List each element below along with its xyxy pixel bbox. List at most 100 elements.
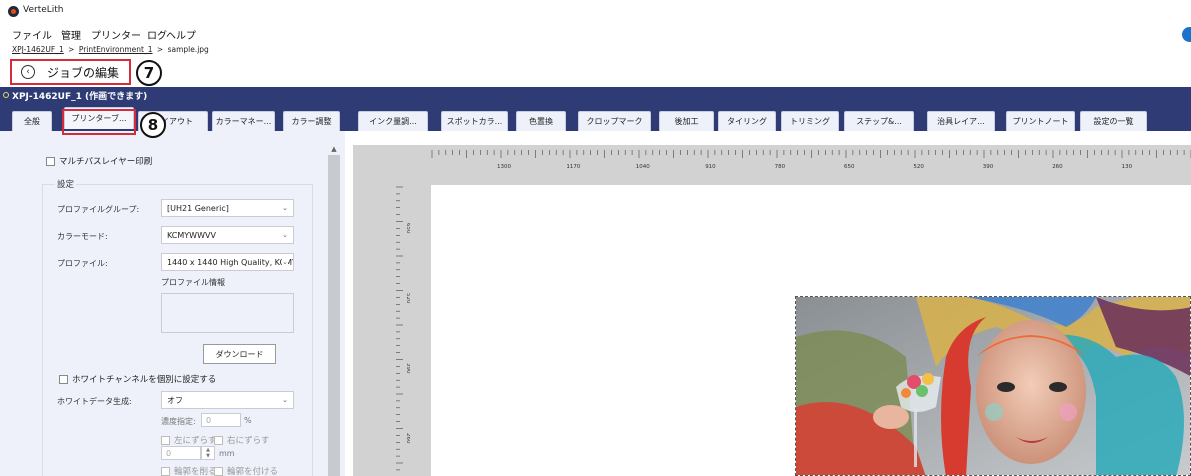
breadcrumb: XPJ-1462UF_1 > PrintEnvironment_1 > samp… <box>12 45 209 54</box>
tab-spot-color[interactable]: スポットカラ... <box>441 111 508 131</box>
tab-jig-layout[interactable]: 治具レイア... <box>927 111 995 131</box>
scroll-up-icon[interactable]: ▲ <box>328 143 340 155</box>
density-input[interactable]: 0 <box>201 413 241 427</box>
top-ruler: 1300 1170 1040 910 780 650 520 390 260 130 <box>431 150 1191 170</box>
multipass-checkbox[interactable]: マルチパスレイヤー印刷 <box>46 155 152 167</box>
mm-stepper[interactable]: ▲ ▼ <box>201 446 215 460</box>
ruler-label: 520 <box>913 164 924 170</box>
ruler-label: 1300 <box>497 164 511 170</box>
profile-value: 1440 x 1440 High Quality, KCMY\ <box>167 257 294 267</box>
ruler-label: 780 <box>775 164 786 170</box>
white-data-label: ホワイトデータ生成: <box>57 397 132 406</box>
profile-group-select[interactable]: [UH21 Generic] ⌄ <box>161 199 294 217</box>
ruler-label: 910 <box>705 164 716 170</box>
menu-manage[interactable]: 管理 <box>61 27 81 42</box>
chevron-down-icon: ⌄ <box>282 258 288 266</box>
tab-print-note[interactable]: プリントノート <box>1006 111 1075 131</box>
white-channel-checkbox[interactable]: ホワイトチャンネルを個別に設定する <box>59 373 216 385</box>
tab-trimming[interactable]: トリミング <box>781 111 839 131</box>
menu-log[interactable]: ログ <box>147 27 167 42</box>
menu-printer[interactable]: プリンター <box>91 27 141 42</box>
callout-badge-7: 7 <box>136 60 162 86</box>
profile-info-box <box>161 293 294 333</box>
settings-group-label: 設定 <box>55 178 77 190</box>
menu-file[interactable]: ファイル <box>12 27 52 42</box>
panel-scrollbar[interactable]: ▲ <box>328 143 340 476</box>
printer-status-text: XPJ-1462UF_1 (作画できます) <box>12 92 148 102</box>
mm-unit: mm <box>219 449 235 458</box>
tab-post-process[interactable]: 後加工 <box>659 111 714 131</box>
tab-general[interactable]: 全般 <box>12 111 52 131</box>
user-indicator-icon[interactable] <box>1182 27 1191 42</box>
breadcrumb-file: sample.jpg <box>167 45 209 54</box>
ruler-label: 130 <box>1122 164 1133 170</box>
color-mode-value: KCMYWWVV <box>167 230 216 240</box>
back-icon[interactable]: ‹ <box>21 65 35 79</box>
ruler-label: 650 <box>405 223 410 234</box>
checkbox-box[interactable] <box>214 435 223 445</box>
ruler-label: 520 <box>405 293 410 304</box>
shift-right-label: 右にずらす <box>227 436 270 446</box>
ruler-label: 1170 <box>566 164 580 170</box>
breadcrumb-printer[interactable]: XPJ-1462UF_1 <box>12 45 64 54</box>
profile-info-label: プロファイル情報 <box>161 278 225 287</box>
checkbox-box[interactable] <box>161 435 170 445</box>
tab-settings-list[interactable]: 設定の一覧 <box>1080 111 1147 131</box>
sample-image[interactable] <box>795 296 1191 476</box>
title-bar: VerteLith <box>0 0 1191 24</box>
white-channel-label: ホワイトチャンネルを個別に設定する <box>72 375 217 385</box>
ruler-label: 1040 <box>636 164 650 170</box>
menu-bar: ファイル 管理 プリンター ログ ヘルプ <box>0 27 1191 43</box>
breadcrumb-separator: > <box>68 45 75 54</box>
white-data-value: オフ <box>167 395 183 405</box>
contour-add-label: 輪郭を付ける <box>227 467 279 476</box>
color-mode-select[interactable]: KCMYWWVV ⌄ <box>161 226 294 244</box>
tab-color-management[interactable]: カラーマネー... <box>212 111 275 131</box>
checkbox-box[interactable] <box>59 374 68 384</box>
breadcrumb-separator: > <box>156 45 164 54</box>
contour-remove-checkbox[interactable]: 輪郭を削る <box>161 465 217 476</box>
tab-color-adjust[interactable]: カラー調整 <box>283 111 340 131</box>
profile-group-label: プロファイルグループ: <box>57 205 140 214</box>
shift-right-checkbox[interactable]: 右にずらす <box>214 434 269 446</box>
download-button[interactable]: ダウンロード <box>203 344 276 364</box>
ruler-label: 260 <box>1052 164 1063 170</box>
printer-status-bar: XPJ-1462UF_1 (作画できます) <box>0 87 1191 103</box>
ruler-label: 390 <box>983 164 994 170</box>
checkbox-box[interactable] <box>161 466 170 476</box>
tab-tiling[interactable]: タイリング <box>718 111 776 131</box>
contour-add-checkbox[interactable]: 輪郭を付ける <box>214 465 278 476</box>
left-ruler: 650 520 390 260 <box>396 186 410 471</box>
breadcrumb-environment[interactable]: PrintEnvironment_1 <box>79 45 153 54</box>
chevron-down-icon: ⌄ <box>282 204 288 212</box>
shift-left-checkbox[interactable]: 左にずらす <box>161 434 216 446</box>
tab-ink-amount[interactable]: インク量調... <box>358 111 428 131</box>
checkbox-box[interactable] <box>214 466 223 476</box>
contour-remove-label: 輪郭を削る <box>174 467 217 476</box>
job-edit-header: ‹ ジョブの編集 <box>10 59 131 85</box>
multipass-label: マルチパスレイヤー印刷 <box>59 157 153 167</box>
tab-crop-mark[interactable]: クロップマーク <box>578 111 651 131</box>
ruler-label: 260 <box>405 433 410 444</box>
menu-help[interactable]: ヘルプ <box>166 27 196 42</box>
checkbox-box[interactable] <box>46 156 55 166</box>
chevron-down-icon: ⌄ <box>282 396 288 404</box>
page-title: ジョブの編集 <box>47 65 120 80</box>
portrait-photo <box>796 297 1190 475</box>
status-dot-icon <box>3 92 9 98</box>
white-data-select[interactable]: オフ ⌄ <box>161 391 294 409</box>
profile-select[interactable]: 1440 x 1440 High Quality, KCMY\ ⌄ <box>161 253 294 271</box>
shift-left-label: 左にずらす <box>174 436 217 446</box>
color-mode-label: カラーモード: <box>57 232 108 241</box>
ruler-label: 650 <box>844 164 855 170</box>
profile-label: プロファイル: <box>57 259 108 268</box>
tab-step-repeat[interactable]: ステップ&... <box>844 111 914 131</box>
density-label: 濃度指定: <box>161 417 196 426</box>
tab-printer-profile[interactable]: プリンターブ... <box>64 107 134 129</box>
callout-badge-8: 8 <box>140 112 166 138</box>
chevron-down-icon: ⌄ <box>282 231 288 239</box>
percent-unit: % <box>244 416 252 425</box>
ruler-label: 390 <box>405 363 410 374</box>
tab-color-replace[interactable]: 色置換 <box>516 111 566 131</box>
mm-input[interactable]: 0 <box>161 446 201 460</box>
